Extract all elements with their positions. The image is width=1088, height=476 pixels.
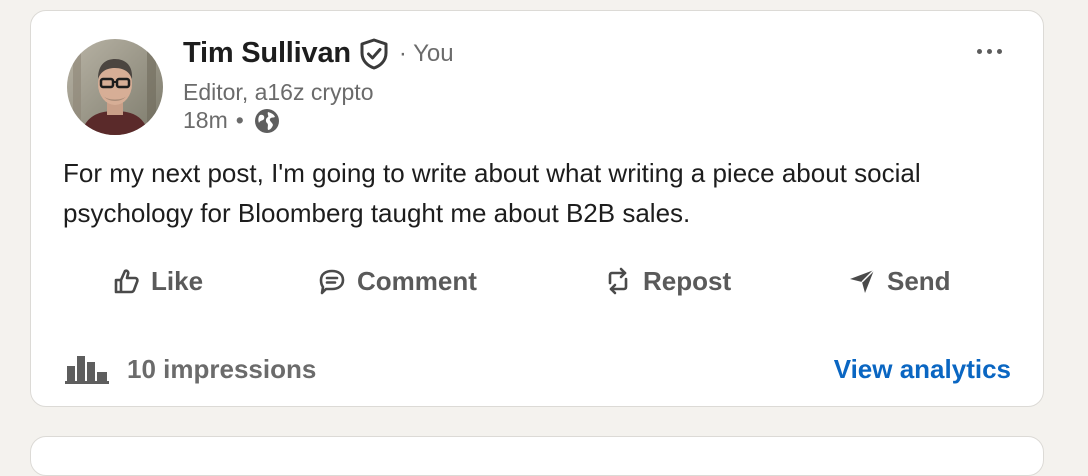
post-card: Tim Sullivan · You Editor, a16z crypto 1… xyxy=(30,10,1044,407)
comment-icon xyxy=(319,269,345,295)
author-avatar[interactable] xyxy=(67,39,163,135)
author-headline: Editor, a16z crypto xyxy=(183,79,374,105)
author-name[interactable]: Tim Sullivan xyxy=(183,37,351,70)
relation-label: · You xyxy=(398,39,454,67)
post-meta: 18m • xyxy=(183,107,280,134)
post-actions: Like Comment Repost Send xyxy=(31,259,1043,303)
more-dot xyxy=(976,48,982,54)
impressions-stat[interactable]: 10 impressions xyxy=(65,349,316,389)
send-button[interactable]: Send xyxy=(847,259,951,303)
comment-button[interactable]: Comment xyxy=(317,259,477,303)
next-post-card xyxy=(30,436,1044,476)
send-label: Send xyxy=(887,265,951,296)
more-dot xyxy=(986,48,992,54)
impressions-label: 10 impressions xyxy=(127,353,317,384)
repost-button[interactable]: Repost xyxy=(603,259,731,303)
thumbs-up-icon xyxy=(114,269,139,294)
like-button[interactable]: Like xyxy=(111,259,203,303)
post-body: For my next post, I'm going to write abo… xyxy=(63,158,921,228)
verified-shield-icon xyxy=(359,38,389,70)
bar-chart-icon xyxy=(65,356,109,384)
post-time: 18m xyxy=(183,107,228,133)
more-options-button[interactable] xyxy=(969,33,1009,69)
more-dot xyxy=(996,48,1002,54)
send-icon xyxy=(850,269,875,293)
meta-separator: • xyxy=(235,107,244,133)
globe-icon xyxy=(254,108,280,134)
post-footer: 10 impressions View analytics xyxy=(31,349,1043,389)
view-analytics-link[interactable]: View analytics xyxy=(834,349,1011,389)
author-name-row: Tim Sullivan · You xyxy=(183,37,454,70)
relation-text: You xyxy=(413,39,454,67)
repost-label: Repost xyxy=(643,265,732,296)
comment-label: Comment xyxy=(357,265,477,296)
repost-icon xyxy=(608,267,628,295)
like-label: Like xyxy=(151,265,204,296)
